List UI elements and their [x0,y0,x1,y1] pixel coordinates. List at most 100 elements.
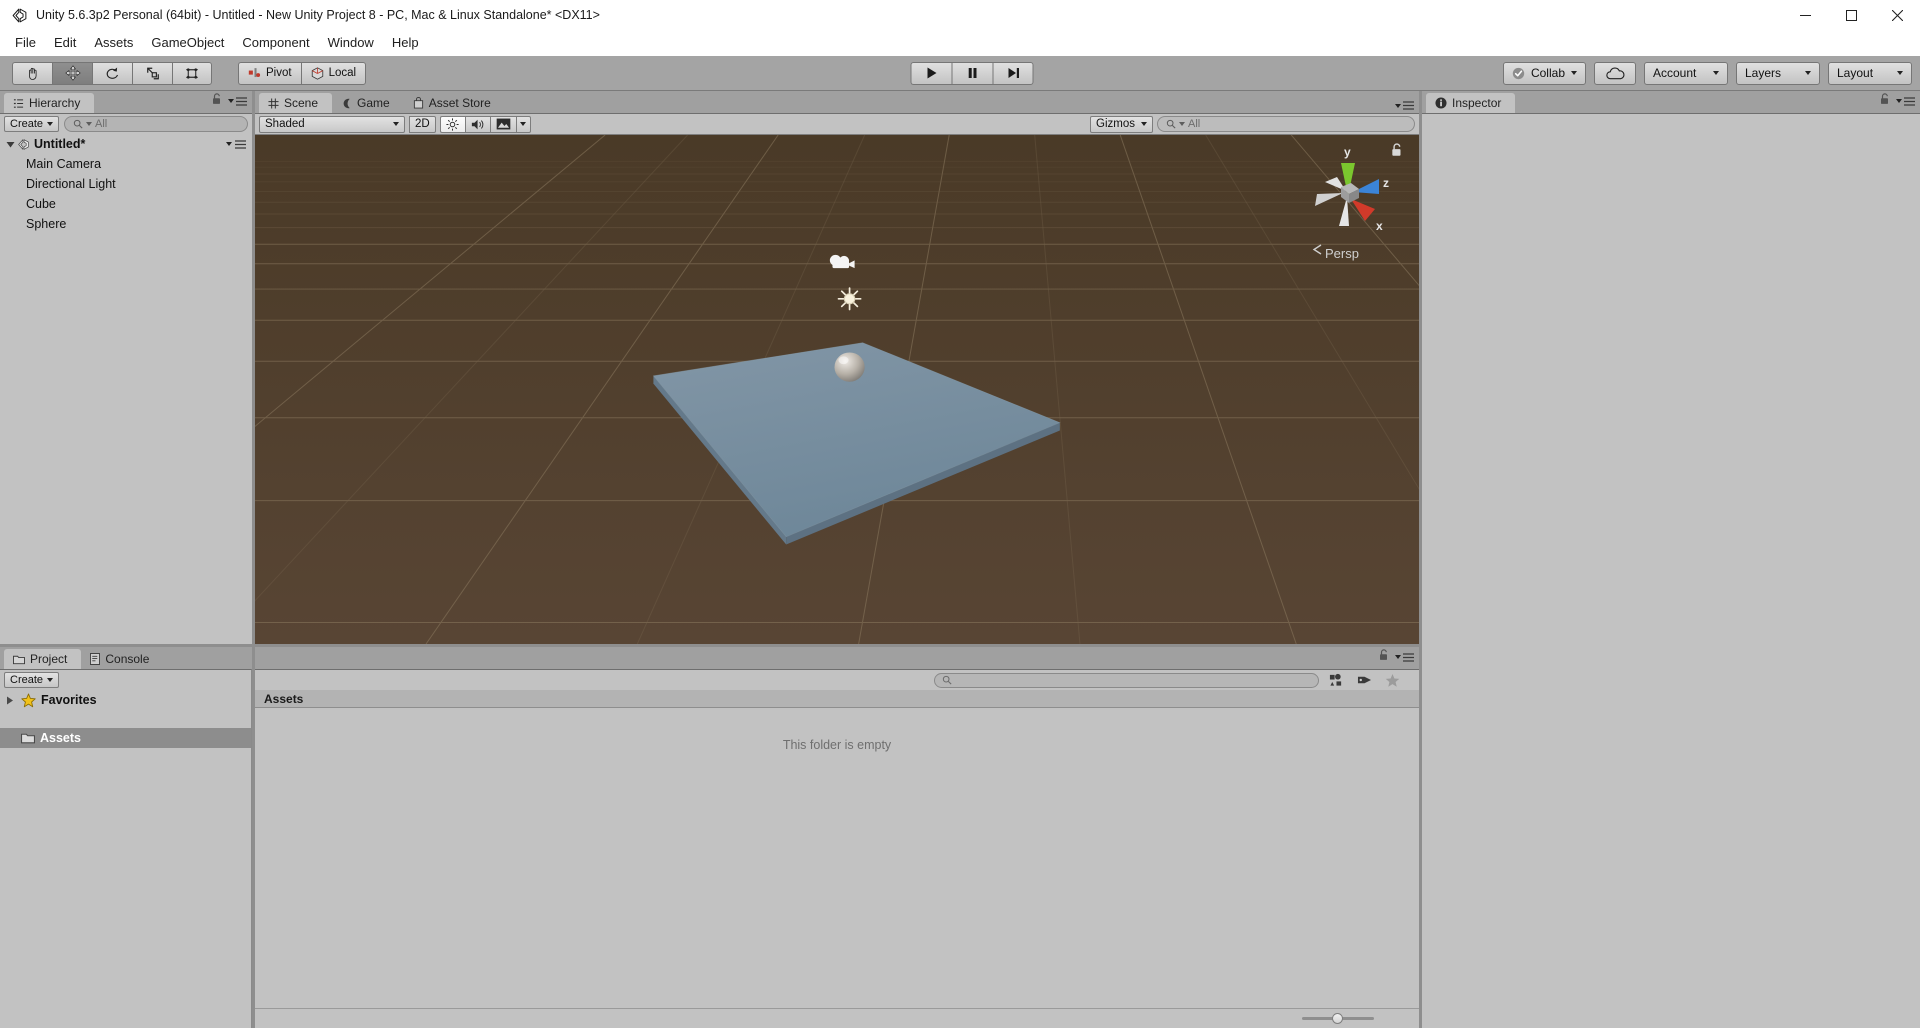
scene-lock-icon[interactable] [1391,143,1403,162]
project-main-tabstrip [255,647,1419,669]
filter-by-label-icon[interactable] [1353,672,1375,689]
tab-asset-store[interactable]: Asset Store [403,93,505,113]
maximize-button[interactable] [1828,0,1874,30]
tab-asset-store-label: Asset Store [428,96,491,110]
tab-scene[interactable]: Scene [259,93,333,113]
grid-icon [268,97,279,109]
tab-game[interactable]: Game [332,93,404,113]
empty-folder-message: This folder is empty [782,738,892,752]
account-label: Account [1653,66,1697,80]
breadcrumb: Assets [255,690,1419,708]
lock-open-icon[interactable] [1379,648,1389,666]
menu-edit[interactable]: Edit [45,32,85,54]
tab-project[interactable]: Project [4,649,82,669]
local-toggle-button[interactable]: Local [300,61,367,85]
favorite-star-icon[interactable] [1381,672,1403,689]
unity-editor-window: Unity 5.6.3p2 Personal (64bit) - Untitle… [0,0,1920,1028]
close-button[interactable] [1874,0,1920,30]
filter-by-type-icon[interactable] [1325,672,1347,689]
project-tree-favorites[interactable]: Favorites [0,690,251,710]
slider-knob[interactable] [1332,1013,1343,1024]
center-column: Scene Game Asset Store Shaded 2D Gizmos … [255,91,1419,1028]
minimize-button[interactable] [1782,0,1828,30]
rect-transform-icon [186,67,198,79]
project-tree-assets[interactable]: Assets [0,728,251,748]
cloud-services-button[interactable] [1594,61,1636,85]
chevron-down-icon [86,122,93,126]
step-forward-icon [1008,68,1019,78]
twisty-collapsed-icon[interactable] [4,696,16,705]
hierarchy-item-main-camera[interactable]: Main Camera [0,154,252,174]
twisty-expanded-icon[interactable] [4,140,17,149]
toggle-audio-button[interactable] [464,115,490,133]
chevron-down-icon [47,678,54,682]
toggle-lighting-button[interactable] [439,115,465,133]
hierarchy-item-directional-light[interactable]: Directional Light [0,174,252,194]
title-bar: Unity 5.6.3p2 Personal (64bit) - Untitle… [0,0,1920,30]
tab-console[interactable]: Console [81,649,164,669]
hierarchy-tab-actions [212,92,247,110]
menu-component[interactable]: Component [233,32,318,54]
scale-tool-button[interactable] [132,61,172,85]
play-controls-group [910,61,1034,85]
hierarchy-tabstrip: Hierarchy [0,91,252,113]
hierarchy-item-sphere[interactable]: Sphere [0,214,252,234]
panel-menu-icon[interactable] [228,96,247,106]
project-create-button[interactable]: Create [4,672,60,688]
menu-file[interactable]: File [6,32,45,54]
hand-tool-button[interactable] [12,61,52,85]
menu-gameobject[interactable]: GameObject [142,32,233,54]
tab-hierarchy[interactable]: Hierarchy [4,93,95,113]
layout-dropdown[interactable]: Layout [1828,61,1912,85]
account-dropdown[interactable]: Account [1644,61,1728,85]
scene-viewport[interactable]: y z x Persp [255,135,1419,644]
pivot-toggle-button[interactable]: Pivot [238,61,301,85]
menu-assets[interactable]: Assets [85,32,142,54]
lock-open-icon[interactable] [212,92,222,110]
menu-window[interactable]: Window [319,32,383,54]
layers-dropdown[interactable]: Layers [1736,61,1820,85]
rotate-tool-button[interactable] [92,61,132,85]
move-tool-button[interactable] [52,61,92,85]
rect-tool-button[interactable] [172,61,212,85]
scene-view-toolbar: Shaded 2D Gizmos All [255,114,1419,135]
panel-menu-icon[interactable] [1395,101,1414,110]
scene-axis-gizmo[interactable]: y z x Persp [1295,141,1405,273]
effects-dropdown-button[interactable] [515,115,531,133]
panel-menu-icon[interactable] [1395,652,1414,662]
hierarchy-item-cube[interactable]: Cube [0,194,252,214]
search-icon [73,119,83,129]
hierarchy-search-input[interactable]: All [64,116,248,132]
hierarchy-content: Create All Untitled* Main Camera Directi… [0,113,252,644]
tab-inspector-label: Inspector [1452,96,1502,110]
play-button[interactable] [910,61,952,85]
unity-logo-icon [6,7,32,24]
project-tree-label: Favorites [41,693,97,707]
unity-toolbar: Pivot Local Collab Account Layers Layout [0,56,1920,91]
pause-button[interactable] [951,61,993,85]
project-search-input[interactable] [934,672,1319,688]
panel-menu-icon[interactable] [1896,96,1915,106]
hierarchy-create-button[interactable]: Create [4,116,60,132]
tab-inspector[interactable]: Inspector [1426,93,1516,113]
scene-row-menu-icon[interactable] [226,139,246,149]
image-icon [496,118,511,130]
draw-mode-dropdown[interactable]: Shaded [259,115,405,133]
gizmos-dropdown[interactable]: Gizmos [1090,115,1153,133]
hierarchy-scene-row[interactable]: Untitled* [0,134,252,154]
project-asset-grid[interactable]: This folder is empty [255,708,1419,1008]
toggle-effects-button[interactable] [489,115,516,133]
menu-help[interactable]: Help [383,32,428,54]
project-main-panel: Assets This folder is empty [255,647,1419,1028]
asset-zoom-slider[interactable] [1302,1013,1374,1025]
collab-button[interactable]: Collab [1502,61,1586,85]
step-button[interactable] [992,61,1034,85]
toggle-2d-button[interactable]: 2D [409,115,436,133]
cloud-icon [1605,67,1624,79]
scene-tab-actions [1395,101,1414,110]
hierarchy-create-label: Create [10,118,44,130]
hierarchy-tree: Untitled* Main Camera Directional Light … [0,134,252,644]
scene-search-input[interactable]: All [1157,116,1415,132]
draw-mode-label: Shaded [265,118,305,130]
lock-open-icon[interactable] [1880,92,1890,110]
